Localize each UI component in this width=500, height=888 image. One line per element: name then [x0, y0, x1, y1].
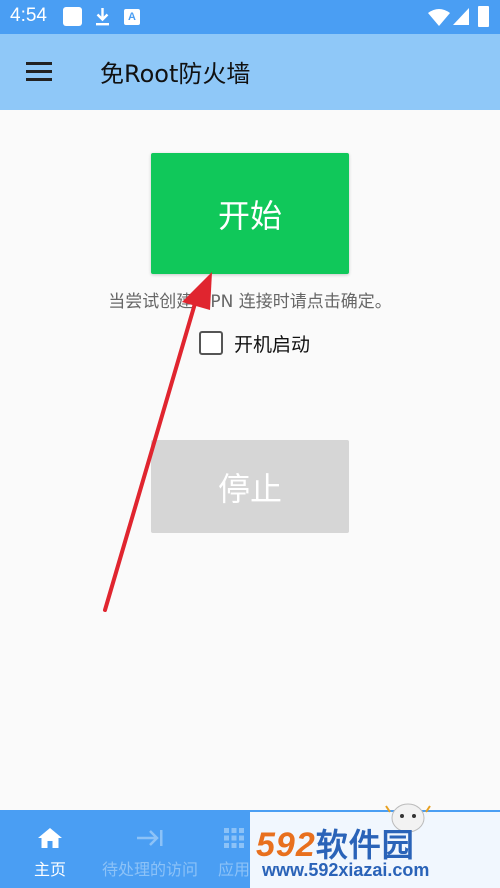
autostart-checkbox[interactable] — [199, 331, 223, 355]
app-bar: 免Root防火墙 — [0, 34, 500, 110]
status-bar: 4:54 A — [0, 0, 500, 34]
grid-icon — [224, 828, 244, 848]
battery-icon — [478, 6, 489, 27]
nav-apps-label: 应用 — [217, 860, 250, 879]
a-app-icon: A — [124, 9, 140, 25]
autostart-checkbox-row[interactable]: 开机启动 — [199, 331, 311, 356]
arrow-to-line-icon — [137, 830, 163, 846]
nav-home[interactable]: 主页 — [24, 810, 76, 888]
stop-button: 停止 — [151, 440, 349, 533]
nav-pending-access[interactable]: 待处理的访问 — [98, 810, 202, 888]
download-icon — [96, 8, 109, 26]
signal-icon — [453, 8, 469, 25]
nav-pending-label: 待处理的访问 — [101, 860, 198, 879]
hamburger-menu-icon[interactable] — [26, 62, 52, 82]
vpn-hint-text: 当尝试创建 VPN 连接时请点击确定。 — [108, 292, 392, 312]
autostart-label: 开机启动 — [234, 333, 311, 356]
watermark-url: www.592xiazai.com — [262, 860, 430, 880]
nav-apps[interactable]: 应用 — [214, 810, 254, 888]
status-time: 4:54 — [10, 5, 47, 26]
wifi-icon — [428, 9, 450, 26]
home-icon — [38, 828, 62, 848]
app-title: 免Root防火墙 — [100, 60, 251, 88]
notification-square-icon — [63, 7, 82, 26]
nav-home-label: 主页 — [33, 860, 66, 879]
start-button[interactable]: 开始 — [151, 153, 349, 274]
